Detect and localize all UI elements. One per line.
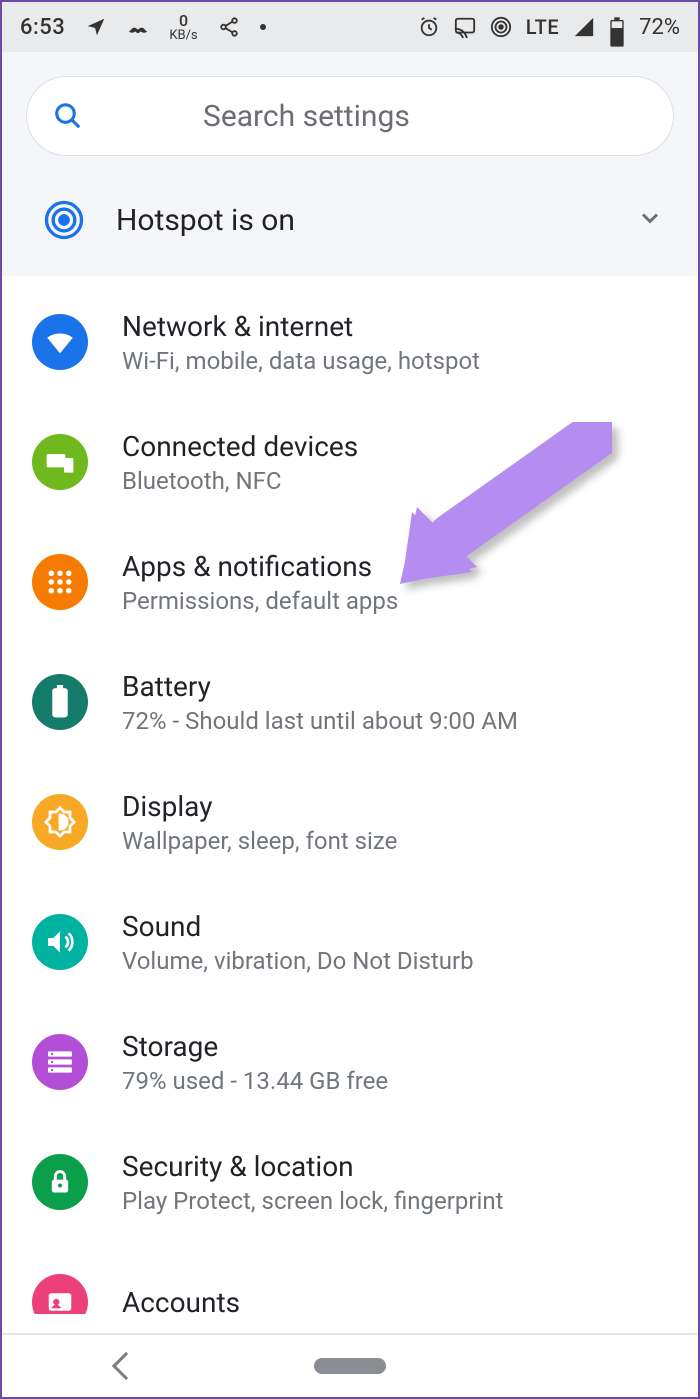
row-title: Sound xyxy=(122,910,474,943)
signal-icon xyxy=(573,16,595,38)
row-subtitle: Wallpaper, sleep, font size xyxy=(122,827,397,855)
row-subtitle: 72% - Should last until about 9:00 AM xyxy=(122,707,518,735)
row-title: Security & location xyxy=(122,1150,503,1183)
row-storage[interactable]: Storage 79% used - 13.44 GB free xyxy=(2,1002,698,1122)
row-connected-devices[interactable]: Connected devices Bluetooth, NFC xyxy=(2,402,698,522)
location-icon xyxy=(85,16,107,38)
row-title: Display xyxy=(122,790,397,823)
row-accounts[interactable]: Accounts xyxy=(2,1242,698,1314)
dot-icon xyxy=(260,24,266,30)
network-type-label: LTE xyxy=(526,15,559,39)
brightness-icon xyxy=(32,794,88,850)
row-network-internet[interactable]: Network & internet Wi-Fi, mobile, data u… xyxy=(2,282,698,402)
account-icon xyxy=(32,1274,88,1314)
home-pill[interactable] xyxy=(314,1358,386,1374)
search-icon xyxy=(53,101,83,131)
system-nav-bar xyxy=(2,1333,698,1397)
row-subtitle: Permissions, default apps xyxy=(122,587,398,615)
data-speed-indicator: 0 KB/s xyxy=(169,13,197,42)
row-subtitle: Play Protect, screen lock, fingerprint xyxy=(122,1187,503,1215)
row-apps-notifications[interactable]: Apps & notifications Permissions, defaul… xyxy=(2,522,698,642)
devices-icon xyxy=(32,434,88,490)
search-settings-bar[interactable]: Search settings xyxy=(26,76,674,156)
row-subtitle: Wi-Fi, mobile, data usage, hotspot xyxy=(122,347,480,375)
row-display[interactable]: Display Wallpaper, sleep, font size xyxy=(2,762,698,882)
share-icon xyxy=(218,16,240,38)
status-bar: 6:53 0 KB/s LTE 72% xyxy=(2,2,698,52)
hotspot-banner[interactable]: Hotspot is on xyxy=(26,156,674,276)
wifi-icon xyxy=(32,314,88,370)
hotspot-status-icon xyxy=(490,16,512,38)
row-sound[interactable]: Sound Volume, vibration, Do Not Disturb xyxy=(2,882,698,1002)
lock-icon xyxy=(32,1154,88,1210)
status-time: 6:53 xyxy=(20,15,65,40)
row-title: Connected devices xyxy=(122,430,358,463)
alarm-icon xyxy=(418,16,440,38)
back-button[interactable] xyxy=(66,1356,186,1376)
row-subtitle: Bluetooth, NFC xyxy=(122,467,358,495)
row-subtitle: 79% used - 13.44 GB free xyxy=(122,1067,388,1095)
volume-icon xyxy=(32,914,88,970)
settings-header: Search settings Hotspot is on xyxy=(2,52,698,276)
row-title: Accounts xyxy=(122,1286,240,1315)
row-battery[interactable]: Battery 72% - Should last until about 9:… xyxy=(2,642,698,762)
storage-icon xyxy=(32,1034,88,1090)
hotspot-icon xyxy=(44,200,84,240)
battery-icon xyxy=(32,674,88,730)
chevron-down-icon xyxy=(636,204,664,236)
row-security-location[interactable]: Security & location Play Protect, screen… xyxy=(2,1122,698,1242)
row-title: Storage xyxy=(122,1030,388,1063)
row-title: Network & internet xyxy=(122,310,480,343)
apps-icon xyxy=(32,554,88,610)
row-subtitle: Volume, vibration, Do Not Disturb xyxy=(122,947,474,975)
row-title: Apps & notifications xyxy=(122,550,398,583)
mustache-icon xyxy=(127,16,149,38)
battery-percentage: 72% xyxy=(639,15,680,40)
search-placeholder: Search settings xyxy=(203,99,647,134)
settings-list: Network & internet Wi-Fi, mobile, data u… xyxy=(2,276,698,1314)
hotspot-label: Hotspot is on xyxy=(116,203,295,238)
row-title: Battery xyxy=(122,670,518,703)
battery-icon xyxy=(609,16,625,38)
cast-icon xyxy=(454,16,476,38)
